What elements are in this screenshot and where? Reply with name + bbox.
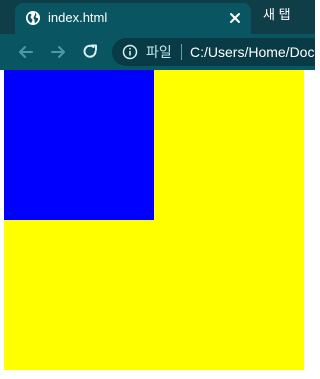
new-tab[interactable]: 새 탭 (263, 7, 291, 23)
address-divider (181, 44, 182, 60)
globe-icon (25, 10, 41, 26)
browser-window: index.html 새 탭 파일 C:/Users/Home/Doc (0, 0, 315, 379)
address-bar[interactable]: 파일 C:/Users/Home/Doc (112, 38, 315, 66)
url-text[interactable]: C:/Users/Home/Doc (190, 44, 314, 60)
forward-arrow-icon[interactable] (48, 42, 68, 62)
close-icon[interactable] (227, 10, 243, 26)
reload-icon[interactable] (80, 42, 100, 62)
blue-box (4, 70, 154, 220)
scheme-label: 파일 (146, 44, 172, 60)
tab-strip: index.html 새 탭 (0, 0, 315, 34)
tab-index-html[interactable]: index.html (15, 3, 251, 34)
browser-toolbar: 파일 C:/Users/Home/Doc (0, 34, 315, 70)
back-arrow-icon[interactable] (16, 42, 36, 62)
tab-title: index.html (48, 10, 108, 25)
page-viewport (0, 70, 315, 379)
info-icon[interactable] (122, 44, 138, 60)
